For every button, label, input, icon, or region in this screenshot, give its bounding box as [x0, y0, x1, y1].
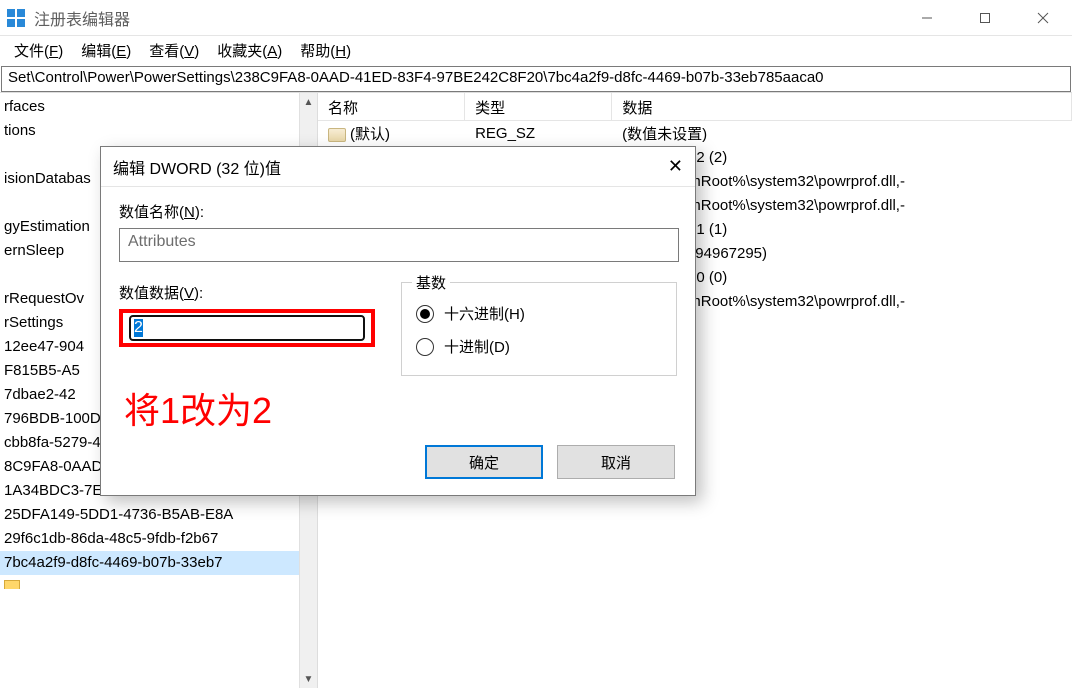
value-data-input[interactable] — [129, 315, 365, 341]
tree-item[interactable]: 25DFA149-5DD1-4736-B5AB-E8A — [0, 503, 317, 527]
base-groupbox: 基数 十六进制(H) 十进制(D) — [401, 282, 677, 376]
window-titlebar: 注册表编辑器 — [0, 0, 1072, 36]
address-bar[interactable]: Set\Control\Power\PowerSettings\238C9FA8… — [1, 66, 1071, 92]
menu-file[interactable]: 文件(F) — [6, 38, 71, 63]
value-data-label: 数值数据(V): — [119, 282, 375, 303]
window-controls — [898, 0, 1072, 36]
dialog-close-button[interactable]: ✕ — [668, 156, 683, 177]
value-name-label: 数值名称(N): — [119, 201, 677, 222]
col-header-type[interactable]: 类型 — [465, 93, 612, 120]
close-button[interactable] — [1014, 0, 1072, 36]
annotation-text: 将1改为2 — [124, 382, 272, 434]
radio-hex[interactable]: 十六进制(H) — [416, 303, 662, 324]
window-title: 注册表编辑器 — [34, 6, 130, 30]
col-header-name[interactable]: 名称 — [318, 93, 465, 120]
maximize-button[interactable] — [956, 0, 1014, 36]
menu-view[interactable]: 查看(V) — [141, 38, 207, 63]
reg-string-icon — [328, 128, 346, 142]
list-row[interactable]: (默认)REG_SZ(数值未设置) — [318, 121, 1072, 145]
edit-dword-dialog: 编辑 DWORD (32 位)值 ✕ 数值名称(N): Attributes 数… — [100, 146, 696, 496]
regedit-app-icon — [6, 8, 26, 28]
value-name-field[interactable]: Attributes — [119, 228, 679, 262]
scroll-up-arrow[interactable]: ▲ — [300, 93, 317, 111]
list-header: 名称 类型 数据 — [318, 93, 1072, 121]
radio-hex-circle[interactable] — [416, 305, 434, 323]
radio-dec[interactable]: 十进制(D) — [416, 336, 662, 357]
menu-help[interactable]: 帮助(H) — [292, 38, 359, 63]
tree-item[interactable]: tions — [0, 119, 317, 143]
tree-item[interactable] — [0, 575, 317, 589]
tree-item[interactable]: 29f6c1db-86da-48c5-9fdb-f2b67 — [0, 527, 317, 551]
ok-button[interactable]: 确定 — [425, 445, 543, 479]
tree-item[interactable]: rfaces — [0, 95, 317, 119]
radio-dec-circle[interactable] — [416, 338, 434, 356]
menu-edit[interactable]: 编辑(E) — [73, 38, 139, 63]
scroll-down-arrow[interactable]: ▼ — [300, 670, 317, 688]
dialog-titlebar[interactable]: 编辑 DWORD (32 位)值 ✕ — [101, 147, 695, 187]
dialog-title: 编辑 DWORD (32 位)值 — [113, 155, 281, 179]
col-header-data[interactable]: 数据 — [612, 93, 1072, 120]
minimize-button[interactable] — [898, 0, 956, 36]
menu-favorites[interactable]: 收藏夹(A) — [209, 38, 290, 63]
value-data-highlight — [119, 309, 375, 347]
cancel-button[interactable]: 取消 — [557, 445, 675, 479]
menubar: 文件(F) 编辑(E) 查看(V) 收藏夹(A) 帮助(H) — [0, 36, 1072, 64]
base-legend: 基数 — [412, 272, 450, 293]
tree-item[interactable]: 7bc4a2f9-d8fc-4469-b07b-33eb7 — [0, 551, 317, 575]
